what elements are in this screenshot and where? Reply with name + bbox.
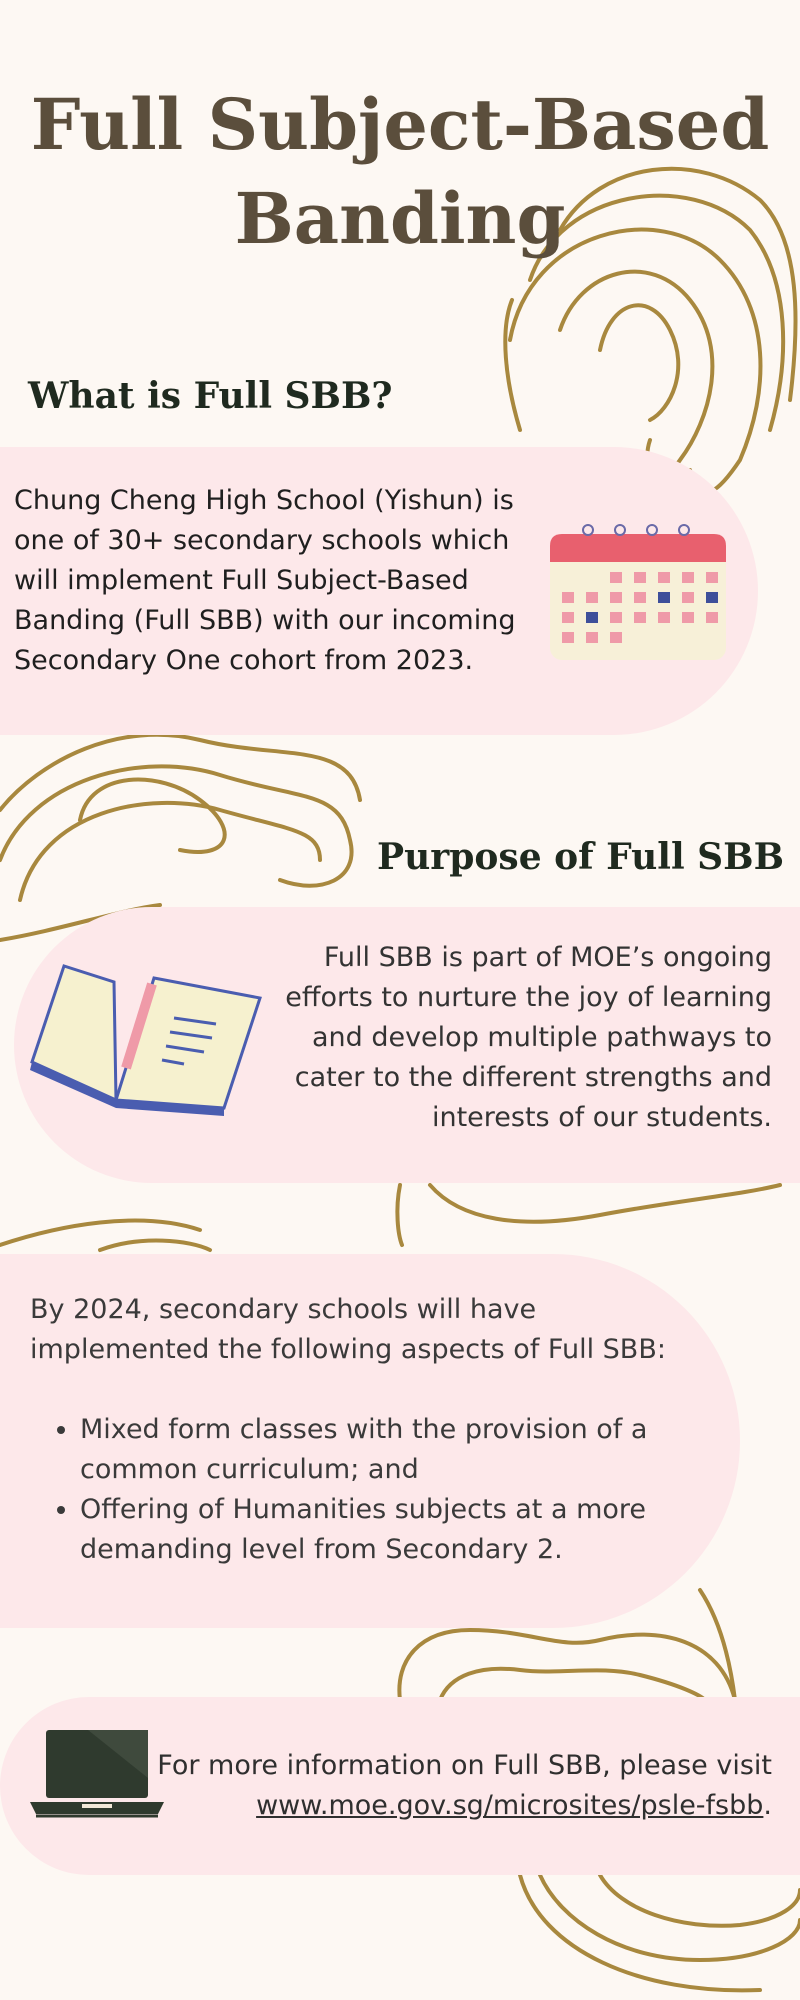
purpose-of-full-sbb-text: Full SBB is part of MOE’s ongoing effort… [285, 942, 772, 1133]
open-book-icon [30, 964, 262, 1116]
laptop-icon [30, 1730, 164, 1818]
section-heading-purpose-of-full-sbb: Purpose of Full SBB [377, 836, 784, 878]
more-info-text: For more information on Full SBB, please… [132, 1746, 772, 1826]
aspects-intro-text: By 2024, secondary schools will have imp… [30, 1294, 666, 1365]
page-title-line2: Banding [234, 177, 566, 260]
moe-microsite-link[interactable]: www.moe.gov.sg/microsites/psle-fsbb [256, 1790, 763, 1821]
what-is-full-sbb-text: Chung Cheng High School (Yishun) is one … [14, 485, 516, 676]
aspects-of-full-sbb: By 2024, secondary schools will have imp… [30, 1290, 690, 1570]
more-info-suffix: . [763, 1790, 772, 1821]
aspects-list-item: Offering of Humanities subjects at a mor… [80, 1490, 690, 1570]
calendar-icon [550, 524, 726, 660]
more-info-prefix: For more information on Full SBB, please… [157, 1750, 772, 1781]
page-title-line1: Full Subject-Based [30, 83, 770, 166]
page-title: Full Subject-Based Banding [0, 78, 800, 266]
aspects-list: Mixed form classes with the provision of… [30, 1410, 690, 1570]
section-heading-what-is-full-sbb: What is Full SBB? [28, 375, 393, 417]
aspects-list-item: Mixed form classes with the provision of… [80, 1410, 690, 1490]
